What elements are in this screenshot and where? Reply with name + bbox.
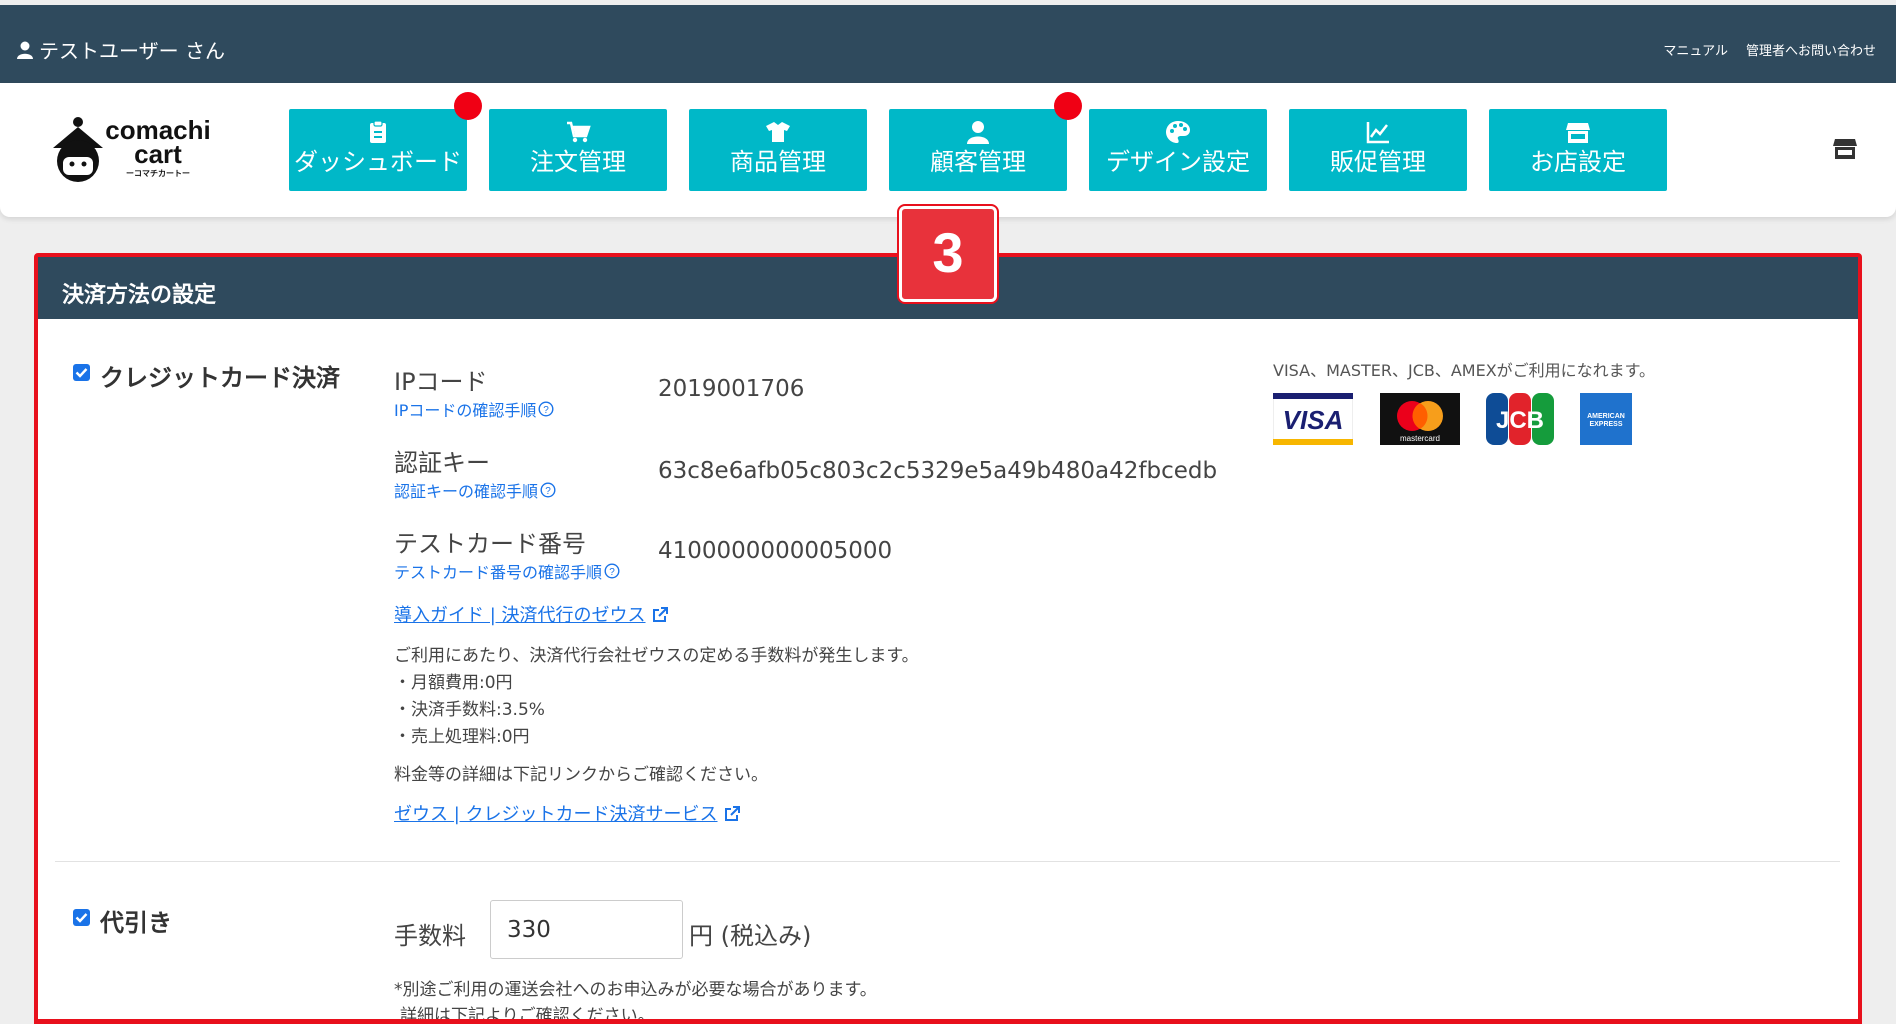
cod-title: 代引き [100,909,172,937]
detail-note: 料金等の詳細は下記リンクからご確認ください。 [394,765,768,785]
test-card-label: テストカード番号 [394,530,586,558]
question-icon: ? [538,401,554,417]
notification-dot [1054,92,1082,120]
fee-intro: ご利用にあたり、決済代行会社ゼウスの定める手数料が発生します。 [394,646,919,666]
shirt-icon [766,122,790,142]
logo-sub: ーコマチカートー [126,169,190,178]
auth-key-label: 認証キー [394,449,490,477]
svg-text:AMERICAN: AMERICAN [1587,413,1625,420]
nav-design[interactable]: デザイン設定 [1089,109,1267,191]
credit-card-title: クレジットカード決済 [100,364,340,392]
guide-link-text: 導入ガイド | 決済代行のゼウス [394,605,646,626]
cod-note-1: *別途ご利用の運送会社へのお申込みが必要な場合があります。 [394,980,877,1000]
nav-label: 販促管理 [1330,148,1426,176]
test-card-help-link[interactable]: テストカード番号の確認手順 ? [394,559,620,583]
nav-label: お店設定 [1530,148,1626,176]
nav-label: デザイン設定 [1106,148,1250,176]
question-icon: ? [540,482,556,498]
contact-admin-link[interactable]: 管理者へお問い合わせ [1746,40,1876,59]
nav-dashboard[interactable]: ダッシュボード [289,109,467,191]
user-name: テストユーザー さん [39,39,225,63]
cod-fee-label: 手数料 [394,922,466,950]
auth-key-help-link[interactable]: 認証キーの確認手順 ? [394,478,556,502]
nav-store-settings[interactable]: お店設定 [1489,109,1667,191]
cod-checkbox[interactable] [73,909,90,926]
section-divider [55,861,1840,862]
jcb-logo: JCB [1486,393,1554,445]
nav-label: 注文管理 [530,148,626,176]
cod-fee-input[interactable]: 330 [490,900,683,959]
clipboard-icon [370,120,386,143]
palette-icon [1166,121,1190,143]
fee-line-sales-processing: ・売上処理料:0円 [394,727,530,747]
user-icon [17,41,33,59]
service-link-text: ゼウス | クレジットカード決済サービス [394,804,718,825]
svg-text:VISA: VISA [1283,405,1344,435]
cart-icon [567,121,591,143]
storefront-icon[interactable] [1833,137,1857,161]
check-icon [75,913,88,923]
check-icon [75,368,88,378]
comachi-cart-logo[interactable]: comachi cart ーコマチカートー [48,113,238,188]
top-header: テストユーザー さん マニュアル 管理者へお問い合わせ [0,5,1896,83]
service-link[interactable]: ゼウス | クレジットカード決済サービス [394,800,741,826]
ip-code-help-link[interactable]: IPコードの確認手順 ? [394,397,554,421]
fee-line-settlement: ・決済手数料:3.5% [394,700,545,720]
svg-text:JCB: JCB [1496,407,1544,434]
external-link-icon [724,805,740,821]
nav-promotions[interactable]: 販促管理 [1289,109,1467,191]
auth-key-value: 63c8e6afb05c803c2c5329e5a49b480a42fbcedb [658,458,1218,484]
fee-line-monthly: ・月額費用:0円 [394,673,513,693]
store-icon [1566,123,1590,143]
cod-fee-unit: 円 (税込み) [689,922,812,950]
credit-card-checkbox[interactable] [73,364,90,381]
svg-text:mastercard: mastercard [1400,434,1440,443]
chart-icon [1366,122,1389,144]
logo-line2: cart [134,139,182,169]
mastercard-logo: mastercard [1380,393,1460,445]
svg-text:?: ? [609,567,615,578]
accepted-brands-note: VISA、MASTER、JCB、AMEXがご利用になれます。 [1273,361,1656,380]
svg-text:?: ? [544,405,550,416]
nav-orders[interactable]: 注文管理 [489,109,667,191]
nav-customers[interactable]: 顧客管理 [889,109,1067,191]
notification-dot [454,92,482,120]
nav-products[interactable]: 商品管理 [689,109,867,191]
nav-label: 顧客管理 [930,148,1026,176]
ip-code-value: 2019001706 [658,376,805,402]
ip-code-help-text: IPコードの確認手順 [394,401,537,420]
test-card-value: 4100000000005000 [658,538,893,564]
question-icon: ? [604,563,620,579]
auth-key-help-text: 認証キーの確認手順 [394,482,539,501]
nav-label: ダッシュボード [294,148,462,176]
nav-label: 商品管理 [730,148,826,176]
step-number-badge: 3 [899,206,997,302]
user-menu[interactable]: テストユーザー さん [17,35,225,64]
visa-logo: VISA [1273,393,1353,445]
guide-link[interactable]: 導入ガイド | 決済代行のゼウス [394,601,669,627]
svg-text:EXPRESS: EXPRESS [1589,421,1622,428]
manual-link[interactable]: マニュアル [1663,40,1728,59]
ip-code-label: IPコード [394,368,488,396]
svg-text:?: ? [545,486,551,497]
external-link-icon [652,606,668,622]
highlight-bottom-edge [34,1019,1862,1024]
person-icon [967,121,989,144]
test-card-help-text: テストカード番号の確認手順 [394,563,603,582]
amex-logo: AMERICAN EXPRESS [1580,393,1632,445]
